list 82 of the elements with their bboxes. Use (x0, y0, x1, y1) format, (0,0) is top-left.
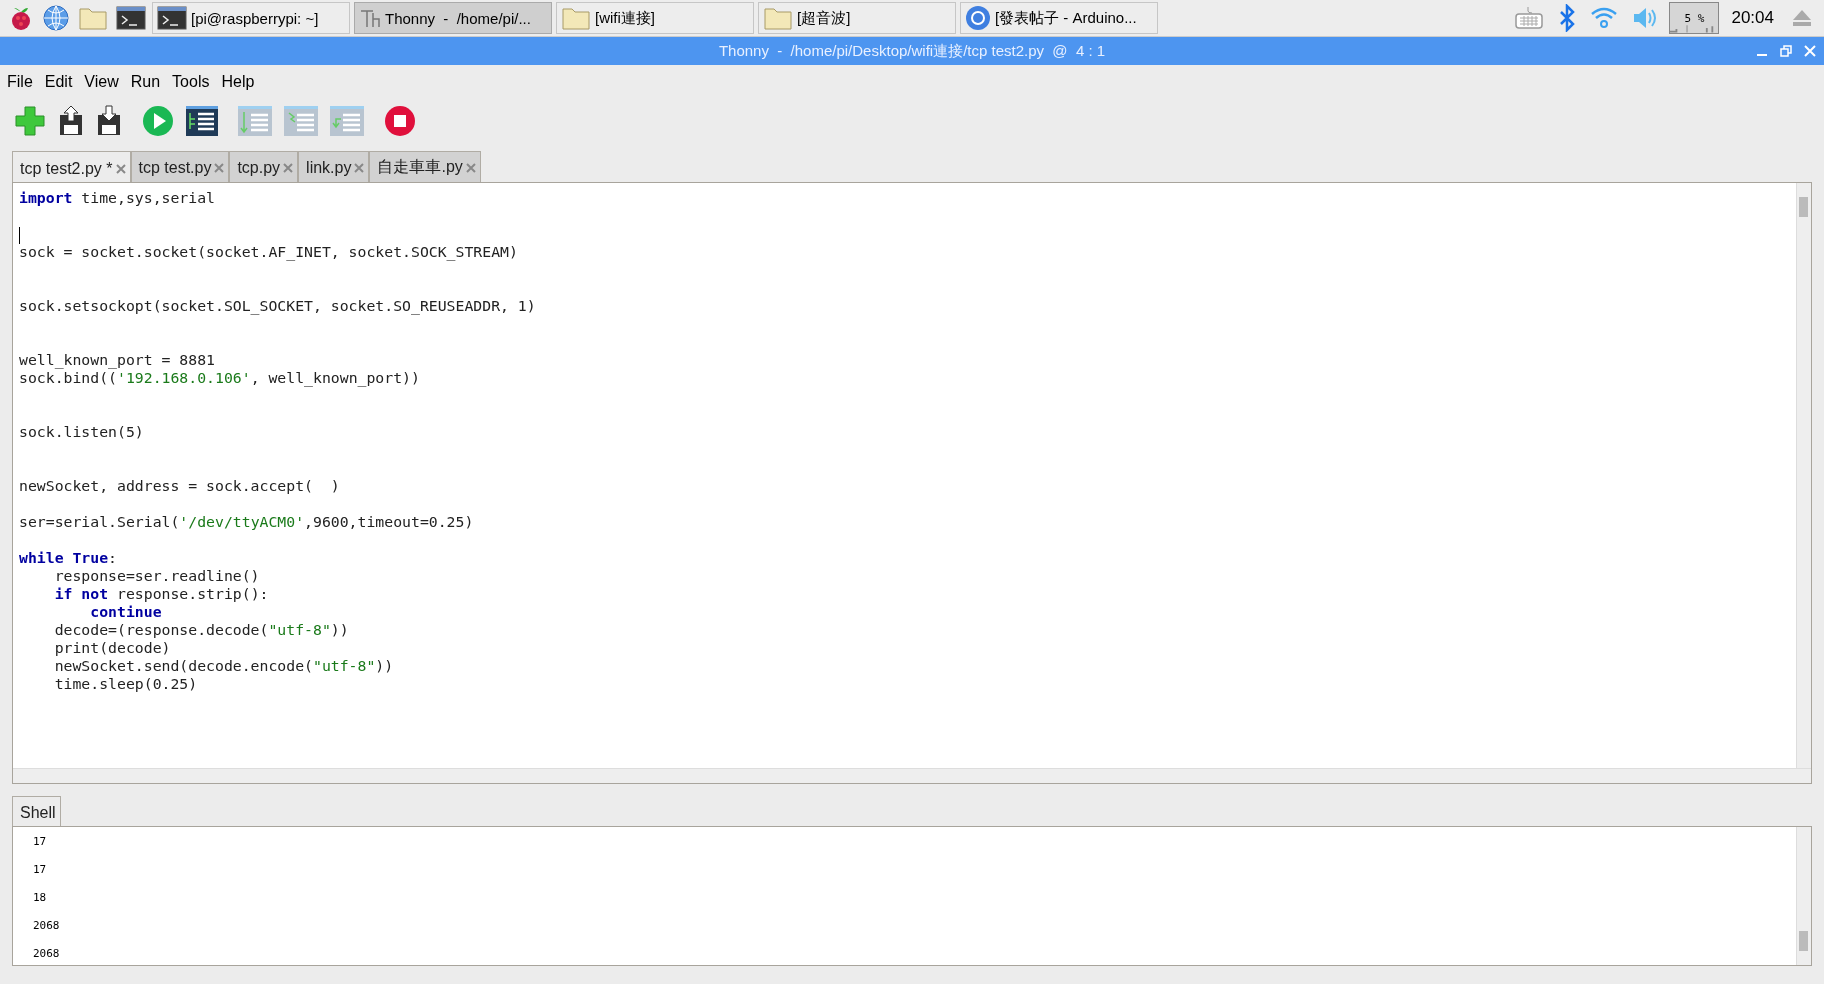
new-button[interactable] (12, 103, 48, 139)
close-icon[interactable] (115, 163, 126, 174)
stop-icon (384, 105, 416, 137)
floppy-download-icon (96, 105, 122, 137)
close-icon[interactable] (354, 162, 365, 173)
keyboard-icon[interactable] (1514, 6, 1545, 30)
step-into-button[interactable] (282, 103, 320, 139)
eject-icon[interactable] (1791, 8, 1813, 28)
code-line: decode=(response.decode("utf-8")) (53, 621, 350, 639)
stop-button[interactable] (382, 103, 418, 139)
close-icon[interactable] (283, 162, 294, 173)
window-title: Thonny - /home/pi/Desktop/wifi連接/tcp test2.py @ 4 : 1 (718, 41, 1106, 61)
shell-output-line: 17 (33, 862, 48, 878)
shell-panel[interactable]: 17 17 18 2068 2068 (12, 826, 1812, 966)
shell-output-line: 18 (33, 890, 48, 906)
code-line: sock.setsockopt(socket.SOL_SOCKET, socket.SO_REUSEADDR, 1) (19, 297, 537, 315)
run-button[interactable] (140, 103, 176, 139)
code-line: sock = socket.socket(socket.AF_INET, socket.SOCK_STREAM) (19, 243, 519, 261)
code-line: well_known_port = 8881 (19, 351, 216, 369)
globe-icon (42, 4, 70, 32)
step-out-button[interactable] (328, 103, 366, 139)
terminal-icon (157, 6, 187, 30)
code-line: response=ser.readline() (53, 567, 261, 585)
editor-tab[interactable]: tcp.py (229, 151, 299, 182)
code-line: if not response.strip(): (53, 585, 270, 603)
cpu-monitor[interactable]: 5 % (1669, 2, 1720, 34)
taskbar-window-button[interactable]: [發表帖子 - Arduino... (960, 2, 1158, 34)
menu-item[interactable]: File (7, 73, 33, 91)
editor-tab[interactable]: link.py (298, 151, 370, 182)
code-line: ser=serial.Serial('/dev/ttyACM0',9600,timeout=0.25) (19, 513, 475, 531)
shell-output-line: 2068 (33, 946, 61, 962)
code-editor[interactable] (12, 182, 1812, 784)
shell-output-line: 17 (33, 834, 48, 850)
list-arrows-icon (186, 105, 218, 137)
floppy-upload-icon (58, 105, 84, 137)
step-list-icon (330, 105, 364, 137)
code-line: sock.bind(('192.168.0.106', well_known_port)) (19, 369, 421, 387)
taskbar-window-button[interactable]: Thonny - /home/pi/... (354, 2, 552, 34)
editor-tab[interactable]: tcp test2.py * (12, 151, 131, 182)
folder-icon (78, 5, 108, 31)
plus-icon (14, 105, 46, 137)
editor-tab[interactable]: 自走車車.py (369, 151, 481, 182)
th-logo-icon (359, 7, 381, 29)
vertical-scrollbar[interactable] (1796, 827, 1811, 965)
restore-icon[interactable] (1780, 45, 1792, 57)
code-line: continue (89, 603, 163, 621)
horizontal-scrollbar[interactable] (13, 768, 1811, 783)
browser-icon (965, 5, 991, 31)
close-icon[interactable] (465, 162, 476, 173)
taskbar-window-button[interactable]: [wifi連接] (556, 2, 754, 34)
shell-output-line: 2068 (33, 918, 61, 934)
close-icon[interactable] (214, 162, 225, 173)
globe-launcher[interactable] (40, 2, 72, 34)
code-line: print(decode) (53, 639, 172, 657)
code-line: import time,sys,serial (19, 189, 216, 207)
step-over-button[interactable] (236, 103, 274, 139)
bluetooth-icon[interactable] (1558, 4, 1577, 32)
menu-item[interactable]: Tools (172, 73, 210, 91)
code-line: newSocket.send(decode.encode("utf-8")) (53, 657, 395, 675)
play-icon (142, 105, 174, 137)
code-line: time.sleep(0.25) (53, 675, 199, 693)
code-line: newSocket, address = sock.accept( ) (19, 477, 341, 495)
taskbar-window-button[interactable]: [超音波] (758, 2, 956, 34)
folder-icon (763, 6, 793, 30)
terminal-icon (116, 5, 146, 31)
menu-item[interactable]: View (84, 73, 119, 91)
taskbar-window-button[interactable]: [pi@raspberrypi: ~] (152, 2, 350, 34)
vertical-scrollbar[interactable] (1796, 183, 1811, 768)
code-line: sock.listen(5) (19, 423, 145, 441)
menu-item[interactable]: Edit (44, 73, 73, 91)
step-list-icon (238, 105, 272, 137)
clock[interactable]: 20:04 (1731, 8, 1774, 28)
shell-tab[interactable]: Shell (12, 796, 61, 826)
folder-icon (561, 6, 591, 30)
debug-button[interactable] (184, 103, 220, 139)
menu-item[interactable]: Help (221, 73, 255, 91)
editor-tab[interactable]: tcp test.py (130, 151, 230, 182)
menu-item[interactable]: Run (130, 73, 161, 91)
wifi-icon[interactable] (1590, 6, 1619, 30)
cpu-reading: 5 % (1684, 11, 1705, 25)
code-line: while True: (19, 549, 118, 567)
step-list-icon (284, 105, 318, 137)
